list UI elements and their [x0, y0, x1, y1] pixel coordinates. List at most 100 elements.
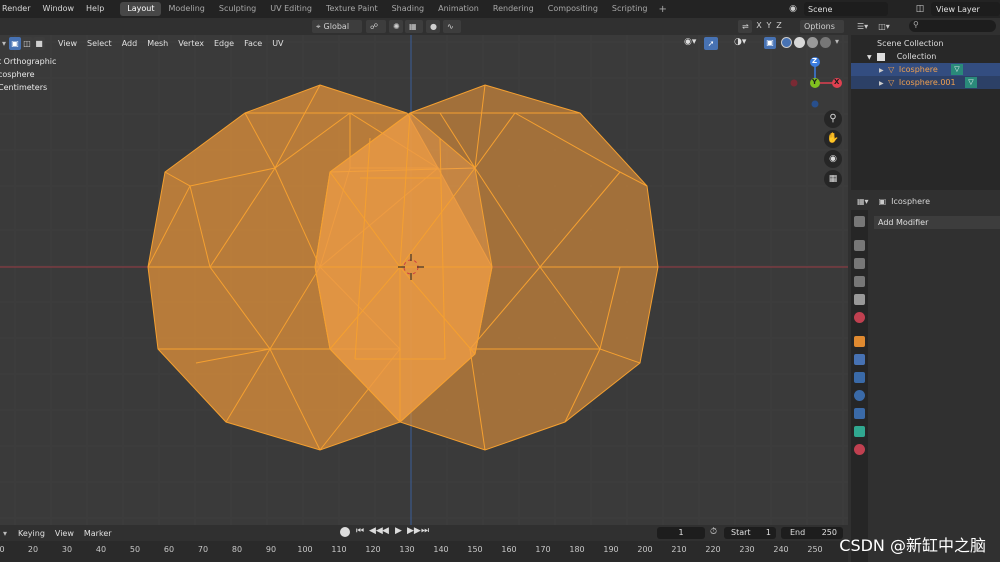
gizmo-toggle-icon[interactable]: ➚ [704, 37, 718, 50]
outliner-item-icosphere-001[interactable]: ▶ ▽ Icosphere.001 ▽ [851, 76, 1000, 89]
particles-tab-icon[interactable] [854, 372, 865, 383]
play-icon[interactable]: ▶ [395, 526, 402, 536]
menu-face[interactable]: Face [239, 39, 267, 48]
menu-keying[interactable]: Keying [13, 529, 50, 538]
view-layer-icon[interactable]: ◫ [913, 2, 927, 16]
pivot-dropdown[interactable]: ☍ [366, 20, 386, 33]
mesh-data-icon[interactable]: ▽ [951, 64, 963, 75]
view-layer-tab-icon[interactable] [854, 276, 865, 287]
view-layer-selector[interactable]: View Layer [931, 2, 1000, 16]
expand-icon[interactable]: ▶ [879, 67, 884, 74]
modifier-tab-icon[interactable] [854, 354, 865, 365]
shading-wireframe-icon[interactable] [781, 37, 792, 48]
menu-select[interactable]: Select [82, 39, 117, 48]
outliner-collection[interactable]: ▼ Collection [851, 50, 1000, 63]
prev-keyframe-icon[interactable]: ◀◀ [369, 526, 383, 536]
menu-help[interactable]: Help [80, 0, 110, 18]
shading-solid-icon[interactable] [794, 37, 805, 48]
outliner-type-icon[interactable]: ☰▾ [857, 22, 868, 31]
options-dropdown[interactable]: Options [800, 20, 844, 33]
edge-select-mode[interactable]: ◫ [21, 37, 34, 50]
tab-animation[interactable]: Animation [431, 2, 486, 16]
menu-window[interactable]: Window [36, 0, 80, 18]
expand-icon[interactable]: ▶ [879, 80, 884, 87]
filter-icon[interactable]: ◫▾ [878, 22, 890, 31]
jump-start-icon[interactable]: ⏮ [356, 526, 364, 536]
next-keyframe-icon[interactable]: ▶▶ [407, 526, 421, 536]
visibility-icon[interactable]: ◉▾ [684, 37, 696, 47]
output-tab-icon[interactable] [854, 258, 865, 269]
tab-rendering[interactable]: Rendering [486, 2, 541, 16]
3d-viewport[interactable]: t Orthographic cosphere Centimeters Z Y … [0, 18, 848, 525]
jump-end-icon[interactable]: ⏭ [421, 526, 429, 536]
physics-tab-icon[interactable] [854, 390, 865, 401]
frame-tick: 180 [569, 545, 585, 554]
tab-scripting[interactable]: Scripting [605, 2, 655, 16]
mirror-y-toggle[interactable]: Y [764, 21, 774, 30]
world-tab-icon[interactable] [854, 312, 865, 323]
add-modifier-button[interactable]: Add Modifier [874, 216, 1000, 229]
falloff-dropdown[interactable]: ∿ [443, 20, 461, 33]
start-frame-input[interactable]: Start 1 [724, 527, 776, 539]
menu-edge[interactable]: Edge [209, 39, 239, 48]
grid-view-icon[interactable]: ▦ [824, 170, 842, 188]
stopwatch-icon[interactable]: ⏱ [710, 527, 717, 537]
face-select-mode[interactable]: ■ [33, 37, 46, 50]
shading-rendered-icon[interactable] [820, 37, 831, 48]
timeline-panel[interactable]: ▾ Keying View Marker ⏮ ◀◀ ◀ ▶ ▶▶ ⏭ 1 ⏱ S… [0, 525, 848, 562]
tab-texture-paint[interactable]: Texture Paint [319, 2, 385, 16]
menu-add[interactable]: Add [117, 39, 143, 48]
tab-shading[interactable]: Shading [385, 2, 432, 16]
collection-checkbox[interactable] [877, 52, 886, 61]
outliner-item-icosphere[interactable]: ▶ ▽ Icosphere ▽ [851, 63, 1000, 76]
play-reverse-icon[interactable]: ◀ [382, 526, 389, 536]
properties-type-icon[interactable]: ▦▾ [857, 197, 869, 206]
menu-marker[interactable]: Marker [79, 529, 117, 538]
mode-dropdown-icon[interactable]: ▾ [0, 39, 6, 48]
mirror-x-toggle[interactable]: X [754, 21, 764, 30]
proportional-edit-toggle[interactable]: ● [426, 20, 440, 33]
mirror-z-toggle[interactable]: Z [774, 21, 784, 30]
collection-expand-icon[interactable]: ▼ [867, 54, 872, 61]
tab-compositing[interactable]: Compositing [541, 2, 605, 16]
pan-hand-icon[interactable]: ✋ [824, 130, 842, 148]
overlay-toggle-icon[interactable]: ◑▾ [734, 37, 746, 47]
scene-icon[interactable]: ◉ [786, 2, 800, 16]
tab-uv-editing[interactable]: UV Editing [263, 2, 319, 16]
menu-render[interactable]: Render [0, 0, 36, 18]
tab-modeling[interactable]: Modeling [161, 2, 211, 16]
object-tab-icon[interactable] [854, 336, 865, 347]
orientation-dropdown[interactable]: ⌖ Global [312, 20, 362, 33]
add-workspace-button[interactable]: + [654, 4, 670, 15]
shading-material-icon[interactable] [807, 37, 818, 48]
menu-timeline-view[interactable]: View [50, 529, 79, 538]
end-frame-input[interactable]: End 250 [781, 527, 843, 539]
scene-selector[interactable]: Scene [804, 2, 888, 16]
vertex-select-mode[interactable]: ▣ [9, 37, 22, 50]
outliner-scene-collection[interactable]: Scene Collection [851, 37, 1000, 50]
mesh-data-icon[interactable]: ▽ [965, 77, 977, 88]
outliner-search-input[interactable]: ⚲ [909, 20, 996, 32]
record-button-icon[interactable] [340, 527, 350, 537]
menu-uv[interactable]: UV [267, 39, 288, 48]
mirror-icon[interactable]: ⇌ [738, 20, 752, 33]
scene-tab-icon[interactable] [854, 294, 865, 305]
zoom-icon[interactable]: ⚲ [824, 110, 842, 128]
data-tab-icon[interactable] [854, 426, 865, 437]
snap-target-dropdown[interactable]: ▦ [405, 20, 423, 33]
shading-dropdown-icon[interactable]: ▾ [835, 37, 839, 46]
constraints-tab-icon[interactable] [854, 408, 865, 419]
xray-toggle-icon[interactable]: ▣ [764, 37, 776, 49]
tool-tab-icon[interactable] [854, 216, 865, 227]
camera-icon[interactable]: ◉ [824, 150, 842, 168]
material-tab-icon[interactable] [854, 444, 865, 455]
timeline-dropdown-icon[interactable]: ▾ [0, 529, 7, 538]
tab-sculpting[interactable]: Sculpting [212, 2, 263, 16]
current-frame-input[interactable]: 1 [657, 527, 705, 539]
tab-layout[interactable]: Layout [120, 2, 162, 16]
render-tab-icon[interactable] [854, 240, 865, 251]
menu-vertex[interactable]: Vertex [173, 39, 209, 48]
menu-view[interactable]: View [53, 39, 82, 48]
menu-mesh[interactable]: Mesh [142, 39, 173, 48]
snap-toggle[interactable]: ✺ [389, 20, 403, 33]
